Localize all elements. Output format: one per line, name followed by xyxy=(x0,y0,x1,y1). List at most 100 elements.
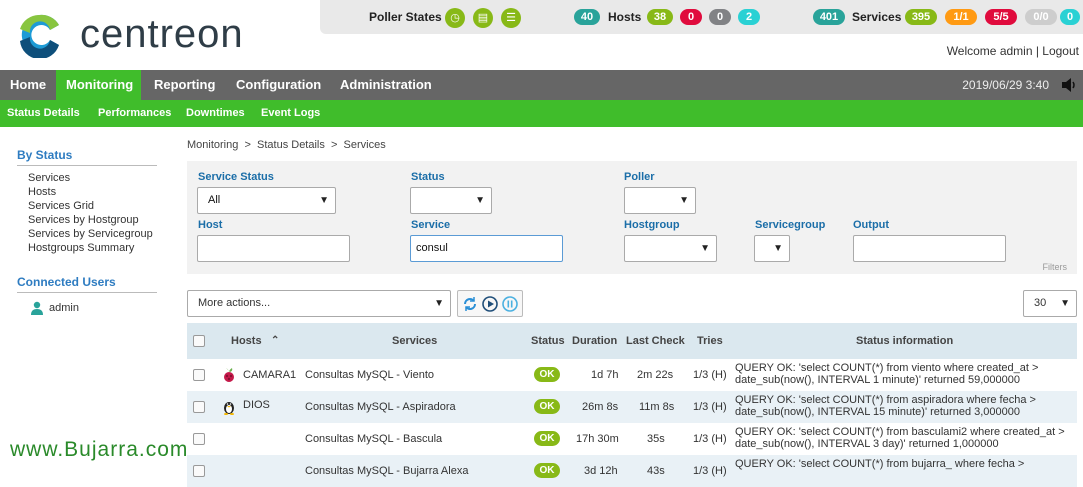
output-input[interactable] xyxy=(853,235,1006,262)
play-icon[interactable] xyxy=(482,296,498,312)
filters-panel: Service Status All ▼ Status ▼ Poller ▼ Ho… xyxy=(187,161,1077,274)
host-input[interactable] xyxy=(197,235,350,262)
servicegroup-select[interactable]: ▼ xyxy=(754,235,790,262)
services-warning-badge[interactable]: 1/1 xyxy=(945,9,977,25)
sidebar-item-services-grid[interactable]: Services Grid xyxy=(28,200,94,212)
hosts-total-badge[interactable]: 40 xyxy=(574,9,600,25)
service-input[interactable]: consul xyxy=(410,235,563,262)
services-unknown-badge[interactable]: 0/0 xyxy=(1025,9,1057,25)
sidebar-item-services-by-servicegroup[interactable]: Services by Servicegroup xyxy=(28,228,153,240)
chevron-down-icon: ▼ xyxy=(434,298,444,309)
chevron-down-icon: ▼ xyxy=(319,195,329,206)
col-duration[interactable]: Duration xyxy=(572,323,617,359)
duration: 26m 8s xyxy=(582,401,619,413)
tries: 1/3 (H) xyxy=(693,465,727,477)
refresh-controls xyxy=(457,290,523,317)
welcome-logout-link[interactable]: Welcome admin | Logout xyxy=(947,44,1079,58)
more-actions-select[interactable]: More actions... ▼ xyxy=(187,290,451,317)
nav-home[interactable]: Home xyxy=(0,70,56,100)
services-ok-badge[interactable]: 395 xyxy=(905,9,937,25)
row-checkbox[interactable] xyxy=(193,369,205,381)
clock: 2019/06/29 3:40 xyxy=(962,78,1049,92)
centreon-logo-icon xyxy=(20,14,59,58)
hostgroup-select[interactable]: ▼ xyxy=(624,235,717,262)
duration: 1d 7h xyxy=(591,369,619,381)
connected-user[interactable]: admin xyxy=(49,302,79,314)
subnav-performances[interactable]: Performances xyxy=(98,100,171,127)
chevron-down-icon: ▼ xyxy=(773,243,783,254)
speaker-icon[interactable] xyxy=(1061,78,1077,92)
last-check: 43s xyxy=(647,465,665,477)
hostgroup-label: Hostgroup xyxy=(624,219,680,231)
hosts-down-badge[interactable]: 0 xyxy=(680,9,702,25)
services-pending-badge[interactable]: 0 xyxy=(1060,9,1080,25)
select-all-checkbox[interactable] xyxy=(193,335,205,347)
status-badge: OK xyxy=(534,367,560,382)
service-name[interactable]: Consultas MySQL - Bujarra Alexa xyxy=(305,455,468,487)
service-name[interactable]: Consultas MySQL - Aspiradora xyxy=(305,391,456,423)
nav-monitoring[interactable]: Monitoring xyxy=(56,70,141,100)
row-checkbox[interactable] xyxy=(193,401,205,413)
poller-clock-icon[interactable]: ◷ xyxy=(445,8,465,28)
table-header: Hosts ⌃ Services Status Duration Last Ch… xyxy=(187,323,1077,359)
service-status-select[interactable]: All ▼ xyxy=(197,187,336,214)
hosts-unreachable-badge[interactable]: 0 xyxy=(709,9,731,25)
services-critical-badge[interactable]: 5/5 xyxy=(985,9,1017,25)
hosts-label: Hosts xyxy=(608,10,642,24)
subnav-downtimes[interactable]: Downtimes xyxy=(186,100,245,127)
col-tries[interactable]: Tries xyxy=(697,323,723,359)
status-badge: OK xyxy=(534,399,560,414)
user-icon xyxy=(31,301,43,315)
page-size-select[interactable]: 30 ▼ xyxy=(1023,290,1077,317)
connected-users-title: Connected Users xyxy=(17,275,157,293)
pause-icon[interactable] xyxy=(502,296,518,312)
service-name[interactable]: Consultas MySQL - Viento xyxy=(305,359,434,391)
host-name[interactable]: CAMARA1 xyxy=(243,359,296,391)
table-row[interactable]: DIOS Consultas MySQL - Aspiradora OK 26m… xyxy=(187,391,1077,423)
col-last-check[interactable]: Last Check xyxy=(626,323,685,359)
filters-caption[interactable]: Filters xyxy=(1043,262,1068,272)
last-check: 2m 22s xyxy=(637,369,674,381)
nav-administration[interactable]: Administration xyxy=(330,70,442,100)
refresh-icon[interactable] xyxy=(462,296,478,312)
hosts-up-badge[interactable]: 38 xyxy=(647,9,673,25)
logo-text: centreon xyxy=(80,12,244,56)
host-name[interactable]: DIOS xyxy=(243,389,270,421)
col-status-information[interactable]: Status information xyxy=(856,323,953,359)
service-name[interactable]: Consultas MySQL - Bascula xyxy=(305,423,442,455)
nav-reporting[interactable]: Reporting xyxy=(144,70,225,100)
tries: 1/3 (H) xyxy=(693,401,727,413)
status-information: QUERY OK: 'select COUNT(*) from aspirado… xyxy=(735,394,1036,418)
sidebar-item-hostgroups-summary[interactable]: Hostgroups Summary xyxy=(28,242,134,254)
hosts-pending-badge[interactable]: 2 xyxy=(738,9,760,25)
services-total-badge[interactable]: 401 xyxy=(813,9,845,25)
output-label: Output xyxy=(853,219,890,231)
status-information: QUERY OK: 'select COUNT(*) from basculam… xyxy=(735,426,1065,450)
row-checkbox[interactable] xyxy=(193,433,205,445)
sidebar-item-hosts[interactable]: Hosts xyxy=(28,186,56,198)
last-check: 11m 8s xyxy=(639,401,675,413)
poller-stack-icon[interactable]: ☰ xyxy=(501,8,521,28)
col-hosts[interactable]: Hosts xyxy=(231,323,262,359)
sidebar-item-services-by-hostgroup[interactable]: Services by Hostgroup xyxy=(28,214,139,226)
poller-select[interactable]: ▼ xyxy=(624,187,696,214)
table-row[interactable]: CAMARA1 Consultas MySQL - Viento OK 1d 7… xyxy=(187,359,1077,391)
raspberry-icon xyxy=(224,368,234,382)
table-row[interactable]: Consultas MySQL - Bascula OK 17h 30m 35s… xyxy=(187,423,1077,455)
poller-states-label: Poller States xyxy=(369,10,442,24)
sort-asc-icon[interactable]: ⌃ xyxy=(271,323,279,359)
nav-configuration[interactable]: Configuration xyxy=(226,70,331,100)
table-row[interactable]: Consultas MySQL - Bujarra Alexa OK 3d 12… xyxy=(187,455,1077,487)
subnav-event-logs[interactable]: Event Logs xyxy=(261,100,320,127)
row-checkbox[interactable] xyxy=(193,465,205,477)
subnav-status-details[interactable]: Status Details xyxy=(7,100,80,127)
servicegroup-label: Servicegroup xyxy=(755,219,826,231)
header: centreon Poller States ◷ ▤ ☰ 40 Hosts 38… xyxy=(0,0,1083,70)
poller-database-icon[interactable]: ▤ xyxy=(473,8,493,28)
status-select[interactable]: ▼ xyxy=(410,187,492,214)
duration: 17h 30m xyxy=(576,433,619,445)
sidebar-item-services[interactable]: Services xyxy=(28,172,70,184)
col-status[interactable]: Status xyxy=(531,323,565,359)
main-nav: Home Monitoring Reporting Configuration … xyxy=(0,70,1083,100)
col-services[interactable]: Services xyxy=(392,323,437,359)
